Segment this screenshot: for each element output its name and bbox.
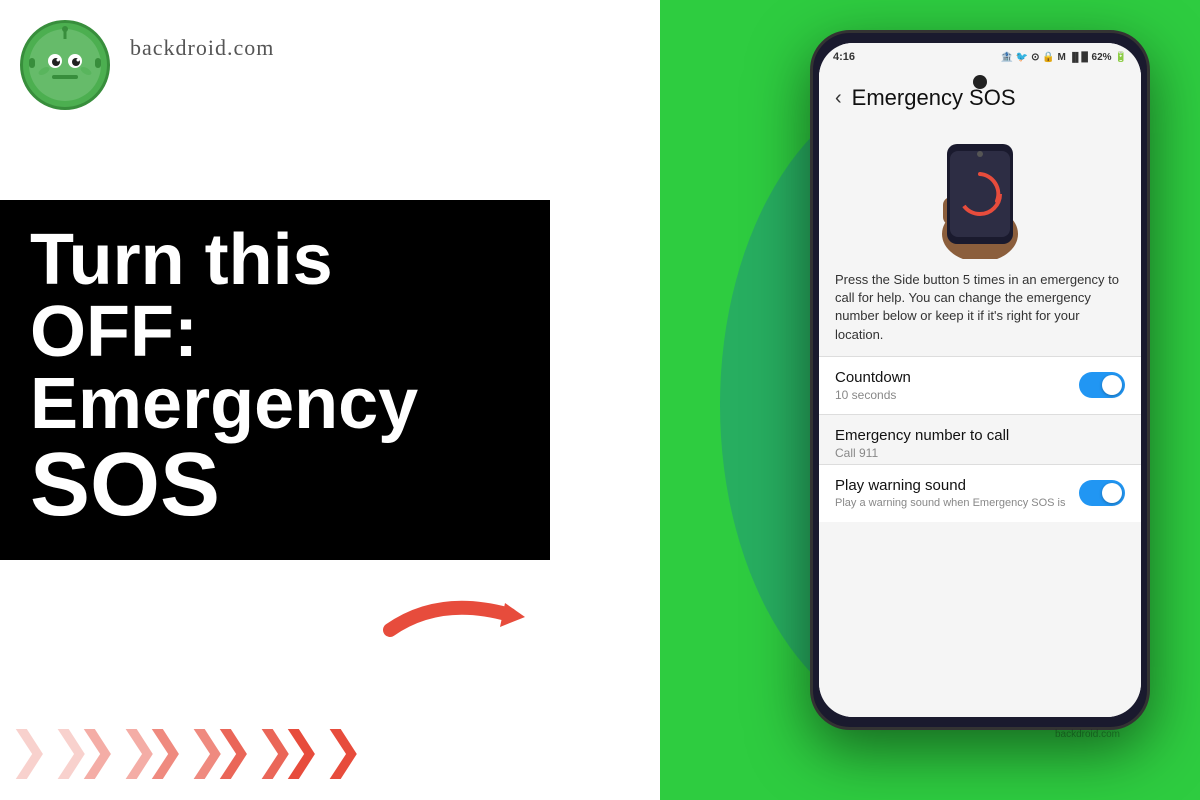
back-button[interactable]: ‹ bbox=[835, 87, 842, 110]
side-button-vol-up bbox=[810, 133, 813, 168]
chevron-4: ❯❯ bbox=[224, 720, 284, 780]
chevron-3: ❯❯ bbox=[156, 720, 216, 780]
site-domain: backdroid.com bbox=[130, 35, 274, 61]
phone-screen: 4:16 🏦 🐦 ⊙ 🔒 M ▐▌▉ 62% 🔋 ‹ Emergency SOS bbox=[819, 43, 1141, 717]
description-text: Press the Side button 5 times in an emer… bbox=[819, 271, 1141, 356]
camera-notch bbox=[973, 75, 987, 89]
phone-mockup: 4:16 🏦 🐦 ⊙ 🔒 M ▐▌▉ 62% 🔋 ‹ Emergency SOS bbox=[810, 30, 1150, 730]
notification-icons: 🏦 🐦 ⊙ 🔒 M bbox=[1001, 52, 1066, 63]
countdown-info: Countdown 10 seconds bbox=[835, 369, 911, 402]
play-warning-toggle[interactable] bbox=[1079, 480, 1125, 506]
emergency-number-section[interactable]: Emergency number to call Call 911 bbox=[819, 415, 1141, 464]
emergency-number-sub: Call 911 bbox=[835, 446, 1125, 460]
headline-line2: Emergency bbox=[30, 368, 520, 440]
phone-body: 4:16 🏦 🐦 ⊙ 🔒 M ▐▌▉ 62% 🔋 ‹ Emergency SOS bbox=[810, 30, 1150, 730]
countdown-label: Countdown bbox=[835, 369, 911, 386]
setting-row-countdown[interactable]: Countdown 10 seconds bbox=[819, 357, 1141, 414]
phone-illustration bbox=[819, 119, 1141, 271]
countdown-sub: 10 seconds bbox=[835, 388, 911, 402]
screen-content: ‹ Emergency SOS bbox=[819, 71, 1141, 717]
status-bar: 4:16 🏦 🐦 ⊙ 🔒 M ▐▌▉ 62% 🔋 bbox=[819, 43, 1141, 71]
headline-line3: SOS bbox=[30, 440, 520, 530]
settings-title: Emergency SOS bbox=[852, 85, 1016, 111]
emergency-number-label: Emergency number to call bbox=[835, 427, 1125, 444]
play-warning-row[interactable]: Play warning sound Play a warning sound … bbox=[819, 465, 1141, 522]
battery-icon: 🔋 bbox=[1115, 52, 1127, 63]
red-arrow-svg bbox=[380, 575, 540, 655]
side-button-power bbox=[1147, 153, 1150, 203]
logo-area bbox=[20, 20, 110, 110]
phone-hand-illustration bbox=[915, 129, 1045, 259]
chevron-1: ❯❯ bbox=[20, 720, 80, 780]
watermark: backdroid.com bbox=[1055, 729, 1120, 740]
countdown-toggle[interactable] bbox=[1079, 372, 1125, 398]
chevron-2: ❯❯ bbox=[88, 720, 148, 780]
status-icons: 🏦 🐦 ⊙ 🔒 M ▐▌▉ 62% 🔋 bbox=[1001, 52, 1127, 63]
battery-text: 62% bbox=[1092, 52, 1112, 63]
chevron-5: ❯❯ bbox=[292, 720, 352, 780]
play-warning-sub: Play a warning sound when Emergency SOS … bbox=[835, 496, 1069, 510]
arrow-container bbox=[380, 575, 540, 660]
signal-icon: ▐▌▉ bbox=[1069, 52, 1089, 63]
headline-line1: Turn this OFF: bbox=[30, 224, 520, 368]
status-time: 4:16 bbox=[833, 51, 855, 63]
side-button-vol-down bbox=[810, 178, 813, 213]
chevrons-container: ❯❯ ❯❯ ❯❯ ❯❯ ❯❯ bbox=[20, 720, 352, 780]
play-warning-info: Play warning sound Play a warning sound … bbox=[835, 477, 1079, 510]
logo-robot-svg bbox=[25, 25, 105, 105]
headline-container: Turn this OFF: Emergency SOS bbox=[0, 200, 550, 560]
play-warning-label: Play warning sound bbox=[835, 477, 1069, 494]
logo-circle bbox=[20, 20, 110, 110]
